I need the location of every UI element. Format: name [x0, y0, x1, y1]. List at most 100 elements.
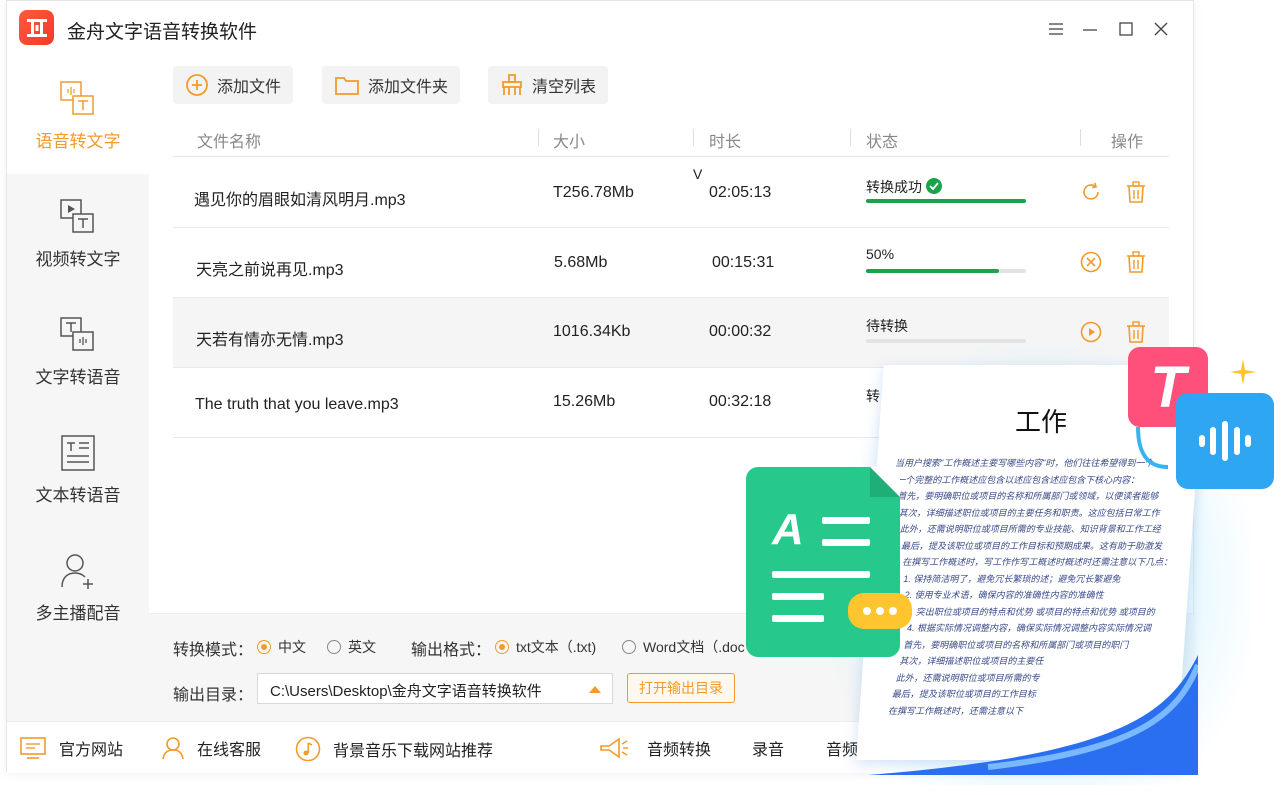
music-note-icon — [295, 736, 321, 762]
sidebar-item-speech-to-text[interactable]: 语音转文字 — [7, 56, 149, 174]
sidebar-item-document-to-speech[interactable]: 文本转语音 — [7, 410, 149, 528]
minimize-icon[interactable] — [1077, 16, 1103, 42]
format-radio-word[interactable]: Word文档（.doc — [622, 637, 745, 657]
menu-icon[interactable] — [1043, 16, 1069, 42]
stray-mark: V — [693, 166, 703, 182]
sidebar-item-video-to-text[interactable]: 视频转文字 — [7, 174, 149, 292]
online-service-link[interactable]: 在线客服 — [161, 736, 261, 760]
add-user-icon — [61, 553, 93, 589]
check-circle-icon — [926, 178, 942, 199]
audio-convert-link[interactable]: 音频转换 — [647, 736, 711, 760]
status-text: 50% — [866, 246, 895, 262]
sidebar-item-text-to-speech[interactable]: 文字转语音 — [7, 292, 149, 410]
table-row[interactable]: 遇见你的眉眼如清风明月.mp3 T256.78Mb V 02:05:13 转换成… — [173, 158, 1169, 228]
progress-bar — [866, 269, 1026, 273]
cancel-icon[interactable] — [1079, 250, 1103, 274]
add-circle-icon — [186, 74, 208, 96]
app-logo-icon — [19, 10, 54, 45]
speech-to-text-icon — [60, 80, 94, 115]
promo-illustration: 工作 当用户搜索"工作概述主要写哪些内容"时，他们往往希望得到一个 一个完整的工作… — [740, 335, 1286, 795]
document-text-line: 其次，详细描述职位或项目的主要任务和职责。这应包括日常工作 — [898, 507, 1160, 518]
document-text-line: 3. 突出职位或项目的特点和优势 或项目的特点和优势 或项目的 — [905, 606, 1155, 617]
file-name: The truth that you leave.mp3 — [195, 396, 399, 413]
sidebar-item-label: 文本转语音 — [35, 485, 121, 505]
mode-radio-chinese[interactable]: 中文 — [257, 637, 306, 657]
document-text-line: 首先，要明确职位或项目的名称和所属部门或项目的职门 — [903, 639, 1129, 650]
document-line — [822, 539, 870, 546]
text-to-speech-icon — [60, 316, 94, 351]
table-row[interactable]: 天亮之前说再见.mp3 5.68Mb 00:15:31 50% — [173, 228, 1169, 298]
radio-dot — [622, 640, 636, 654]
footer-label: 背景音乐下载网站推荐 — [333, 743, 494, 760]
document-text-line: 在撰写工作概述时，写工作作写工概述时概述时还需注意以下几点： — [902, 557, 1173, 567]
sparkle-icon — [1230, 359, 1256, 385]
connector-curve — [1136, 427, 1169, 469]
header-name: 文件名称 — [197, 134, 262, 151]
progress-bar — [866, 199, 1026, 203]
output-label: 输出目录： — [173, 687, 254, 704]
background-music-link[interactable]: 背景音乐下载网站推荐 — [295, 736, 493, 762]
document-text-line: 2. 使用专业术语，确保内容的准确性内容的准确性 — [904, 590, 1104, 600]
sidebar: 语音转文字 视频转文字 文字转语音 文本转语音 多主播配音 — [7, 56, 149, 721]
document-line — [772, 615, 824, 622]
add-file-label: 添加文件 — [217, 79, 282, 96]
sidebar-item-label: 多主播配音 — [35, 603, 121, 623]
document-text-line: 4. 根据实际情况调整内容，确保实际情况调整内容实际情况调 — [907, 623, 1152, 633]
title-bar: 金舟文字语音转换软件 — [7, 1, 1193, 56]
status-text: 转换成功 — [866, 179, 922, 195]
retry-icon[interactable] — [1079, 180, 1103, 204]
document-title: 工作 — [1015, 407, 1068, 437]
add-file-button[interactable]: 添加文件 — [173, 66, 294, 104]
close-icon[interactable] — [1148, 16, 1174, 42]
header-status: 状态 — [866, 134, 899, 151]
column-separator[interactable] — [693, 129, 694, 146]
document-text-line: 此外，还需说明职位或项目所需的专业技能、知识背景和工作工经 — [899, 524, 1161, 534]
sidebar-item-label: 语音转文字 — [35, 131, 121, 151]
user-service-icon — [162, 737, 184, 760]
document-text-line: 首先，要明确职位或项目的名称和所属部门或领域，以便读者能够 — [897, 491, 1159, 501]
format-radio-txt[interactable]: txt文本（.txt) — [495, 637, 596, 657]
broom-icon — [502, 74, 522, 95]
add-folder-button[interactable]: 添加文件夹 — [322, 66, 461, 104]
file-name: 天亮之前说再见.mp3 — [196, 262, 344, 279]
waveform-icon — [1199, 421, 1251, 461]
sidebar-item-label: 文字转语音 — [35, 367, 121, 387]
column-separator[interactable] — [850, 129, 851, 146]
sidebar-item-multi-voice[interactable]: 多主播配音 — [7, 528, 149, 646]
maximize-icon[interactable] — [1113, 16, 1139, 42]
file-name: 遇见你的眉眼如清风明月.mp3 — [194, 192, 406, 209]
format-label: 输出格式： — [411, 642, 492, 659]
file-size: 15.26Mb — [553, 393, 616, 410]
footer-label: 在线客服 — [197, 742, 262, 759]
progress-fill — [866, 199, 1026, 203]
column-separator[interactable] — [1080, 129, 1081, 146]
official-website-link[interactable]: 官方网站 — [19, 736, 123, 760]
header-size: 大小 — [553, 134, 586, 151]
file-table-header: 文件名称 大小 时长 状态 操作 — [173, 119, 1169, 157]
open-output-button[interactable]: 打开输出目录 — [627, 673, 735, 703]
chat-bubble-icon — [848, 593, 912, 629]
column-separator[interactable] — [538, 129, 539, 146]
trash-icon[interactable] — [1124, 250, 1148, 274]
folded-corner — [870, 467, 900, 497]
file-duration: 02:05:13 — [709, 184, 772, 201]
screen: 金舟文字语音转换软件 语音转文字 视频转文字 文字转语音 文本转语音 多主播配音… — [0, 0, 1286, 795]
file-size: 1016.34Kb — [553, 323, 631, 340]
megaphone-icon — [597, 736, 641, 762]
trash-icon[interactable] — [1124, 180, 1148, 204]
radio-dot — [495, 640, 509, 654]
add-folder-label: 添加文件夹 — [368, 79, 449, 96]
progress-fill — [866, 269, 999, 273]
dropdown-arrow-icon[interactable] — [589, 686, 601, 693]
header-duration: 时长 — [709, 134, 742, 151]
app-title: 金舟文字语音转换软件 — [67, 22, 258, 43]
radio-dot — [327, 640, 341, 654]
mode-radio-english[interactable]: 英文 — [327, 637, 376, 657]
output-path-field[interactable]: C:\Users\Desktop\金舟文字语音转换软件 — [257, 673, 613, 704]
status-text: 待转换 — [866, 318, 908, 334]
header-action: 操作 — [1111, 134, 1144, 151]
folder-icon — [335, 77, 359, 95]
clear-list-button[interactable]: 清空列表 — [488, 66, 609, 104]
document-line — [772, 593, 824, 600]
file-size: 5.68Mb — [554, 254, 608, 271]
